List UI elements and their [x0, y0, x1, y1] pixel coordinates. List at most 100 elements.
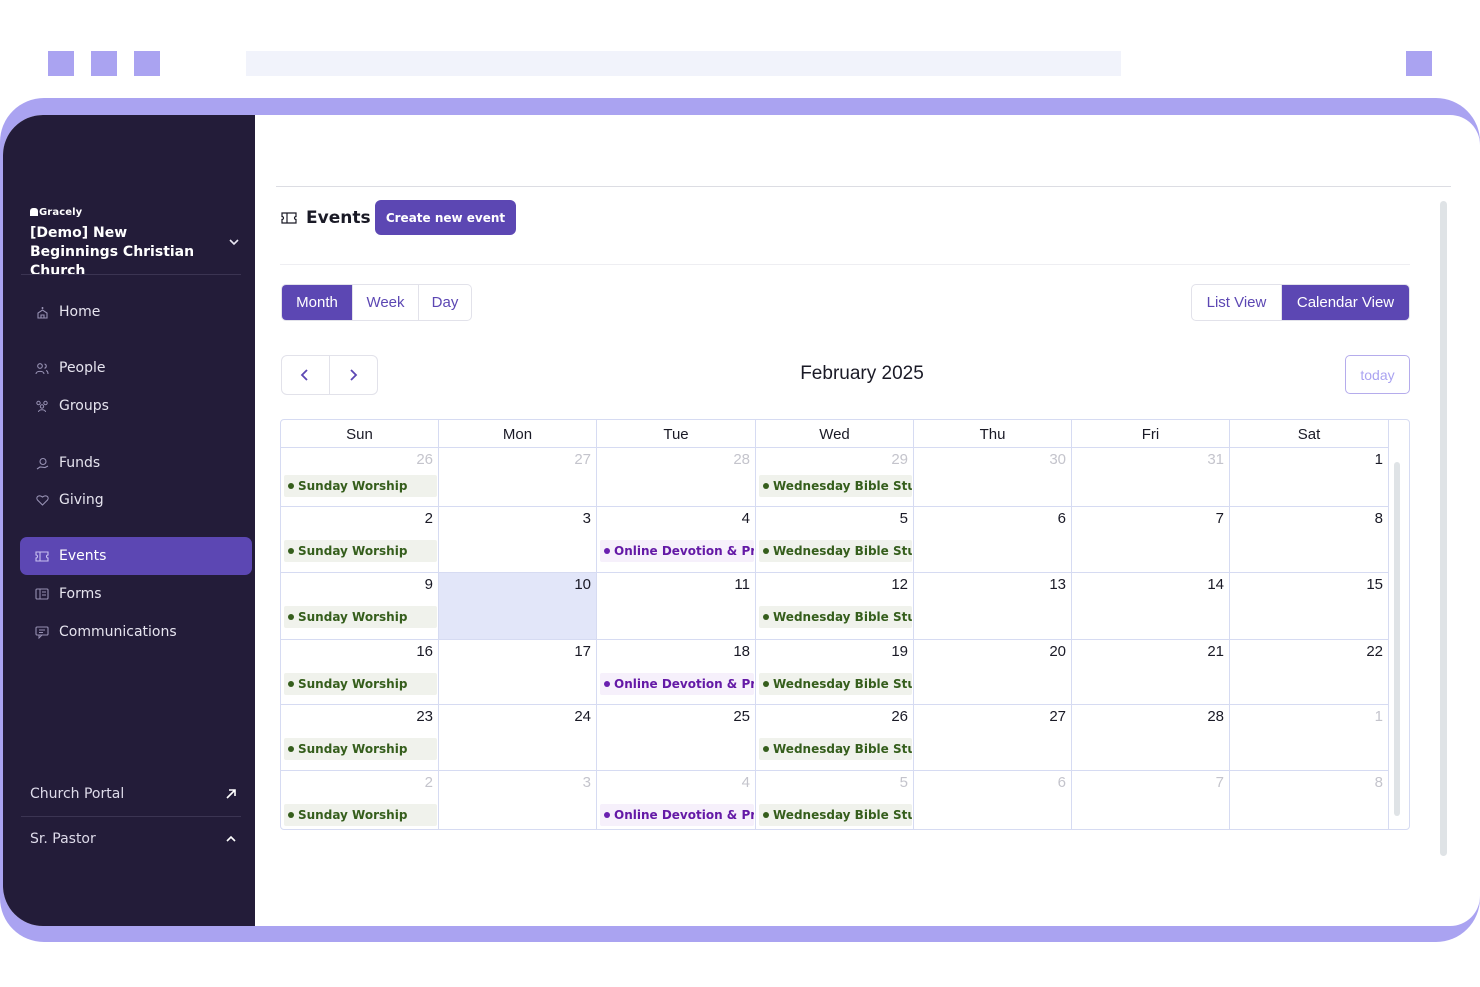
- sidebar-item-funds[interactable]: Funds: [20, 444, 252, 482]
- calendar-day[interactable]: 2 Sunday Worship: [281, 771, 439, 829]
- chevron-up-icon[interactable]: [224, 832, 238, 846]
- day-number[interactable]: 22: [1366, 643, 1383, 660]
- month-view-button[interactable]: Month: [282, 285, 353, 320]
- calendar-event[interactable]: Online Devotion & Prayer: [600, 804, 754, 826]
- day-number[interactable]: 28: [733, 451, 750, 468]
- calendar-day[interactable]: 18 Online Devotion & Prayer: [597, 640, 756, 704]
- day-number[interactable]: 11: [734, 576, 750, 593]
- calendar-day[interactable]: 20: [914, 640, 1072, 704]
- day-number[interactable]: 6: [1058, 510, 1066, 527]
- calendar-event[interactable]: Wednesday Bible Study: [759, 606, 912, 628]
- calendar-day[interactable]: 17: [439, 640, 597, 704]
- calendar-scrollbar[interactable]: [1394, 462, 1400, 816]
- day-number[interactable]: 5: [900, 774, 908, 791]
- day-number[interactable]: 7: [1216, 510, 1224, 527]
- calendar-day[interactable]: 22: [1230, 640, 1389, 704]
- sidebar-item-giving[interactable]: Giving: [20, 481, 252, 519]
- day-number[interactable]: 2: [425, 510, 433, 527]
- calendar-event[interactable]: Online Devotion & Prayer: [600, 673, 754, 695]
- calendar-day[interactable]: 8: [1230, 507, 1389, 572]
- calendar-day[interactable]: 24: [439, 705, 597, 770]
- calendar-event[interactable]: Sunday Worship: [284, 540, 437, 562]
- calendar-day[interactable]: 25: [597, 705, 756, 770]
- calendar-day[interactable]: 23 Sunday Worship: [281, 705, 439, 770]
- day-number[interactable]: 10: [574, 576, 591, 593]
- day-number[interactable]: 23: [416, 708, 433, 725]
- day-number[interactable]: 30: [1049, 451, 1066, 468]
- calendar-day[interactable]: 6: [914, 771, 1072, 829]
- calendar-day[interactable]: 27: [439, 448, 597, 506]
- day-number[interactable]: 29: [891, 451, 908, 468]
- day-number[interactable]: 3: [583, 774, 591, 791]
- day-number[interactable]: 1: [1375, 451, 1383, 468]
- calendar-day[interactable]: 28: [597, 448, 756, 506]
- calendar-day[interactable]: 21: [1072, 640, 1230, 704]
- day-number[interactable]: 8: [1375, 510, 1383, 527]
- calendar-day[interactable]: 1: [1230, 705, 1389, 770]
- day-number[interactable]: 21: [1207, 643, 1224, 660]
- calendar-day[interactable]: 26 Sunday Worship: [281, 448, 439, 506]
- calendar-event[interactable]: Wednesday Bible Study: [759, 475, 912, 497]
- day-number[interactable]: 4: [742, 774, 750, 791]
- calendar-day[interactable]: 31: [1072, 448, 1230, 506]
- user-menu[interactable]: Sr. Pastor: [30, 831, 96, 847]
- calendar-event[interactable]: Wednesday Bible Study: [759, 738, 912, 760]
- calendar-day[interactable]: 11: [597, 573, 756, 639]
- calendar-event[interactable]: Sunday Worship: [284, 606, 437, 628]
- prev-month-button[interactable]: [282, 356, 330, 394]
- calendar-day[interactable]: 26 Wednesday Bible Study: [756, 705, 914, 770]
- calendar-day[interactable]: 2 Sunday Worship: [281, 507, 439, 572]
- calendar-day[interactable]: 9 Sunday Worship: [281, 573, 439, 639]
- day-view-button[interactable]: Day: [419, 285, 471, 320]
- calendar-day-today[interactable]: 10: [439, 573, 597, 639]
- day-number[interactable]: 13: [1049, 576, 1066, 593]
- calendar-day[interactable]: 6: [914, 507, 1072, 572]
- day-number[interactable]: 24: [574, 708, 591, 725]
- calendar-event[interactable]: Sunday Worship: [284, 738, 437, 760]
- day-number[interactable]: 12: [891, 576, 908, 593]
- day-number[interactable]: 16: [416, 643, 433, 660]
- calendar-day[interactable]: 13: [914, 573, 1072, 639]
- next-month-button[interactable]: [330, 356, 378, 394]
- calendar-day[interactable]: 1: [1230, 448, 1389, 506]
- calendar-day[interactable]: 4 Online Devotion & Prayer: [597, 771, 756, 829]
- day-number[interactable]: 26: [416, 451, 433, 468]
- calendar-event[interactable]: Sunday Worship: [284, 673, 437, 695]
- calendar-view-button[interactable]: Calendar View: [1282, 285, 1409, 320]
- day-number[interactable]: 27: [574, 451, 591, 468]
- day-number[interactable]: 20: [1049, 643, 1066, 660]
- calendar-day[interactable]: 28: [1072, 705, 1230, 770]
- calendar-day[interactable]: 3: [439, 771, 597, 829]
- calendar-day[interactable]: 19 Wednesday Bible Study: [756, 640, 914, 704]
- day-number[interactable]: 2: [425, 774, 433, 791]
- calendar-day[interactable]: 3: [439, 507, 597, 572]
- calendar-day[interactable]: 15: [1230, 573, 1389, 639]
- calendar-day[interactable]: 7: [1072, 771, 1230, 829]
- day-number[interactable]: 25: [733, 708, 750, 725]
- calendar-day[interactable]: 14: [1072, 573, 1230, 639]
- day-number[interactable]: 7: [1216, 774, 1224, 791]
- calendar-event[interactable]: Sunday Worship: [284, 804, 437, 826]
- sidebar-item-communications[interactable]: Communications: [20, 613, 252, 651]
- calendar-event[interactable]: Online Devotion & Prayer: [600, 540, 754, 562]
- calendar-day[interactable]: 30: [914, 448, 1072, 506]
- day-number[interactable]: 6: [1058, 774, 1066, 791]
- calendar-day[interactable]: 7: [1072, 507, 1230, 572]
- day-number[interactable]: 31: [1207, 451, 1224, 468]
- calendar-day[interactable]: 29 Wednesday Bible Study: [756, 448, 914, 506]
- calendar-event[interactable]: Sunday Worship: [284, 475, 437, 497]
- today-button[interactable]: today: [1345, 355, 1410, 394]
- church-portal-link[interactable]: Church Portal: [30, 786, 124, 802]
- day-number[interactable]: 27: [1049, 708, 1066, 725]
- calendar-event[interactable]: Wednesday Bible Study: [759, 673, 912, 695]
- calendar-event[interactable]: Wednesday Bible Study: [759, 540, 912, 562]
- sidebar-item-groups[interactable]: Groups: [20, 387, 252, 425]
- day-number[interactable]: 14: [1207, 576, 1224, 593]
- day-number[interactable]: 15: [1366, 576, 1383, 593]
- day-number[interactable]: 4: [742, 510, 750, 527]
- calendar-day[interactable]: 4 Online Devotion & Prayer: [597, 507, 756, 572]
- day-number[interactable]: 26: [891, 708, 908, 725]
- calendar-day[interactable]: 16 Sunday Worship: [281, 640, 439, 704]
- page-scrollbar[interactable]: [1440, 201, 1447, 856]
- day-number[interactable]: 5: [900, 510, 908, 527]
